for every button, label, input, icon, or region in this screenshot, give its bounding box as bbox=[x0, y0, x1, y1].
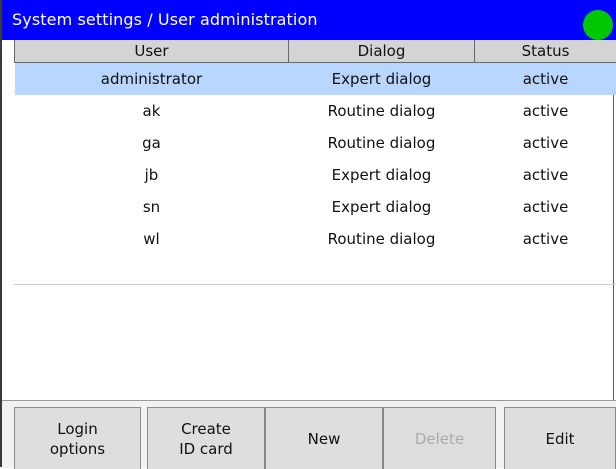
create-id-card-button[interactable]: Create ID card bbox=[147, 407, 265, 469]
cell-status: active bbox=[475, 191, 616, 223]
cell-user: wl bbox=[15, 223, 289, 255]
cell-user: sn bbox=[15, 191, 289, 223]
window-title: System settings / User administration bbox=[12, 0, 318, 40]
delete-label: Delete bbox=[415, 429, 464, 449]
edit-label: Edit bbox=[545, 429, 574, 449]
create-id-card-label: Create ID card bbox=[179, 419, 233, 459]
column-header-status[interactable]: Status bbox=[475, 40, 616, 63]
edit-button[interactable]: Edit bbox=[504, 407, 616, 469]
window-frame: System settings / User administration Us… bbox=[0, 0, 614, 467]
cell-dialog: Routine dialog bbox=[289, 127, 475, 159]
cell-dialog: Expert dialog bbox=[289, 191, 475, 223]
column-header-user[interactable]: User bbox=[15, 40, 289, 63]
new-button[interactable]: New bbox=[265, 407, 383, 469]
table-header-row: User Dialog Status bbox=[15, 40, 616, 63]
login-options-label: Login options bbox=[50, 419, 105, 459]
cell-dialog: Expert dialog bbox=[289, 63, 475, 96]
delete-button[interactable]: Delete bbox=[383, 407, 496, 469]
cell-status: active bbox=[475, 159, 616, 191]
list-divider bbox=[14, 284, 616, 285]
title-bar: System settings / User administration bbox=[2, 0, 616, 40]
table-row[interactable]: jb Expert dialog active bbox=[15, 159, 616, 191]
cell-status: active bbox=[475, 95, 616, 127]
cell-user: ak bbox=[15, 95, 289, 127]
cell-user: jb bbox=[15, 159, 289, 191]
cell-user: administrator bbox=[15, 63, 289, 96]
column-header-dialog[interactable]: Dialog bbox=[289, 40, 475, 63]
cell-status: active bbox=[475, 127, 616, 159]
login-options-button[interactable]: Login options bbox=[14, 407, 141, 469]
status-led-icon bbox=[583, 10, 613, 40]
cell-dialog: Expert dialog bbox=[289, 159, 475, 191]
cell-dialog: Routine dialog bbox=[289, 95, 475, 127]
table-row[interactable]: ak Routine dialog active bbox=[15, 95, 616, 127]
new-label: New bbox=[308, 429, 341, 449]
cell-dialog: Routine dialog bbox=[289, 223, 475, 255]
user-table: User Dialog Status administrator Expert … bbox=[14, 40, 616, 255]
table-row[interactable]: sn Expert dialog active bbox=[15, 191, 616, 223]
cell-status: active bbox=[475, 63, 616, 96]
cell-user: ga bbox=[15, 127, 289, 159]
table-row[interactable]: administrator Expert dialog active bbox=[15, 63, 616, 96]
table-row[interactable]: wl Routine dialog active bbox=[15, 223, 616, 255]
left-margin bbox=[2, 40, 14, 400]
cell-status: active bbox=[475, 223, 616, 255]
button-bar: Login options Create ID card New Delete … bbox=[2, 400, 616, 468]
table-row[interactable]: ga Routine dialog active bbox=[15, 127, 616, 159]
